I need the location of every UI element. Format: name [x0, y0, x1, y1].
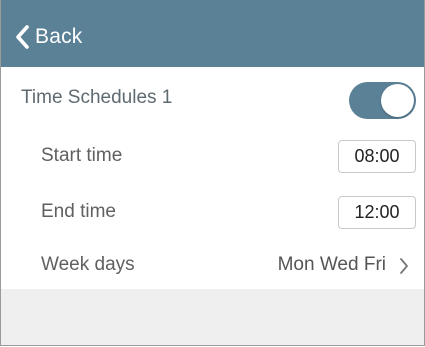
week-days-row[interactable]: Week days Mon Wed Fri — [1, 241, 424, 289]
end-time-label: End time — [41, 201, 116, 222]
header-bar: Back — [1, 0, 424, 67]
schedule-screen: Back Time Schedules 1 Start time 08:00 E… — [0, 0, 425, 346]
start-time-row: Start time 08:00 — [1, 129, 424, 183]
week-days-label: Week days — [41, 254, 135, 275]
start-time-label: Start time — [41, 145, 123, 166]
week-days-value: Mon Wed Fri — [277, 254, 386, 275]
schedule-row: Time Schedules 1 — [1, 67, 424, 129]
schedule-enabled-toggle[interactable] — [349, 82, 416, 119]
toggle-knob — [381, 84, 414, 117]
chevron-right-icon — [399, 257, 409, 275]
back-button[interactable]: Back — [15, 22, 83, 52]
start-time-field[interactable]: 08:00 — [338, 140, 416, 173]
schedule-title: Time Schedules 1 — [21, 87, 173, 108]
back-label: Back — [35, 25, 83, 48]
empty-area — [1, 289, 424, 345]
end-time-field[interactable]: 12:00 — [338, 196, 416, 229]
chevron-left-icon — [15, 25, 29, 49]
end-time-row: End time 12:00 — [1, 183, 424, 241]
